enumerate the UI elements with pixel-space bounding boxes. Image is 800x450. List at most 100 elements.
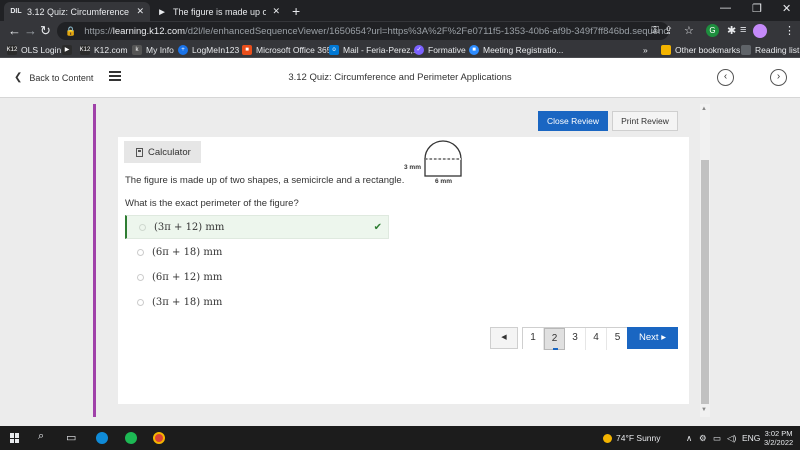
next-page-button[interactable]: Next ▸ — [627, 327, 678, 349]
bookmark-meeting[interactable]: ■ Meeting Registratio... — [469, 43, 563, 56]
bookmark-other[interactable]: Other bookmarks — [661, 43, 740, 56]
semicircle-rectangle-figure: 3 mm 6 mm — [402, 137, 472, 187]
pagination: ◀ — [490, 327, 518, 349]
reading-list-icon[interactable]: ≡ — [740, 24, 746, 36]
scrollbar[interactable]: ▲ ▼ — [700, 104, 710, 417]
forward-arrow-icon[interactable]: → — [24, 23, 37, 39]
answer-option-1[interactable]: (3π + 12) mm ✔ — [125, 215, 389, 239]
scroll-up-icon[interactable]: ▲ — [701, 106, 707, 112]
reading-list-icon — [741, 44, 751, 55]
radio-button[interactable] — [137, 273, 144, 281]
folder-icon — [661, 44, 671, 55]
bookmark-video[interactable]: ▶ — [62, 43, 76, 56]
k12-icon: K12 — [6, 44, 18, 55]
bookmark-logmein[interactable]: + LogMeIn123 — [178, 43, 239, 56]
page-favicon-icon: ▶ — [159, 8, 165, 16]
browser-tab-strip: DIL 3.12 Quiz: Circumference and Pe ✕ ▶ … — [0, 0, 800, 21]
url-text: https://learning.k12.com/d2l/le/enhanced… — [84, 25, 669, 37]
address-bar[interactable]: 🔒 https://learning.k12.com/d2l/le/enhanc… — [57, 22, 669, 40]
k12-icon: K12 — [79, 44, 91, 55]
semicircle-shape — [424, 140, 462, 160]
chrome-browser-icon[interactable] — [153, 432, 165, 444]
tab-question[interactable]: ▶ The figure is made up of two sha ✕ — [150, 2, 286, 21]
page-5-button[interactable]: 5 — [607, 328, 628, 350]
page-1-button[interactable]: 1 — [523, 328, 544, 350]
logmein-icon: + — [178, 44, 188, 55]
clock[interactable]: 3:02 PM 3/2/2022 — [764, 429, 793, 447]
radio-button[interactable] — [139, 223, 146, 231]
page-3-button[interactable]: 3 — [565, 328, 586, 350]
outlook-icon: o — [329, 44, 339, 55]
new-tab-button[interactable]: + — [292, 3, 300, 19]
settings-icon[interactable]: ⚙ — [699, 433, 707, 444]
answer-option-3[interactable]: (6π + 12) mm — [125, 265, 389, 289]
tab-title: 3.12 Quiz: Circumference and Pe — [27, 6, 130, 17]
rectangle-shape — [424, 158, 462, 177]
windows-taskbar: ⌕ ▭ 74°F Sunny ∧ ⚙ ▭ ◁) ENG 3:02 PM 3/2/… — [0, 426, 800, 450]
window-close-icon[interactable]: ✕ — [782, 2, 791, 15]
width-label: 6 mm — [435, 178, 452, 185]
profile-avatar[interactable] — [753, 24, 767, 38]
minimize-icon[interactable]: — — [720, 2, 731, 14]
bookmark-reading-list[interactable]: Reading list — [741, 43, 799, 56]
chevron-up-icon[interactable]: ∧ — [686, 433, 692, 444]
bookmark-ols-login[interactable]: K12 OLS Login — [7, 43, 61, 56]
battery-icon[interactable]: ▭ — [713, 433, 721, 444]
search-icon[interactable]: ⌕ — [38, 430, 44, 443]
restore-icon[interactable]: ❐ — [752, 2, 762, 15]
extensions-icon[interactable]: ✱ — [727, 24, 736, 37]
task-view-icon[interactable]: ▭ — [66, 431, 76, 444]
windows-start-icon[interactable] — [10, 433, 20, 443]
bookmark-my-info[interactable]: k My Info — [132, 43, 174, 56]
tab-close-icon[interactable]: ✕ — [136, 6, 144, 17]
share-icon[interactable]: ⇪ — [664, 24, 673, 37]
key-icon[interactable]: ⚿ — [651, 25, 659, 36]
bookmarks-overflow[interactable]: » — [643, 43, 648, 56]
radio-button[interactable] — [137, 248, 144, 256]
previous-page-button[interactable]: ◀ — [490, 327, 518, 349]
calculator-icon — [136, 147, 143, 157]
grammarly-extension-icon[interactable]: G — [706, 24, 719, 37]
calculator-button[interactable]: Calculator — [124, 141, 201, 163]
bookmark-office365[interactable]: ■ Microsoft Office 365 — [242, 43, 331, 56]
reload-icon[interactable]: ↻ — [40, 23, 51, 39]
weather-text[interactable]: 74°F Sunny — [616, 433, 661, 443]
page-4-button[interactable]: 4 — [586, 328, 607, 350]
answer-option-2[interactable]: (6π + 18) mm — [125, 240, 389, 264]
next-activity-button[interactable]: › — [770, 69, 787, 86]
bookmark-k12[interactable]: K12 K12.com — [80, 43, 128, 56]
print-review-button[interactable]: Print Review — [612, 111, 678, 131]
answer-text: (3π + 18) mm — [152, 296, 223, 308]
scrollbar-thumb[interactable] — [701, 160, 709, 404]
question-text: The figure is made up of two shapes, a s… — [125, 175, 405, 186]
lms-header: ❮ Back to Content 3.12 Quiz: Circumferen… — [0, 58, 800, 98]
tab-title: The figure is made up of two sha — [173, 6, 267, 17]
answer-text: (3π + 12) mm — [154, 221, 225, 233]
formative-icon: ✓ — [414, 44, 424, 55]
page-title: 3.12 Quiz: Circumference and Perimeter A… — [288, 72, 512, 83]
bookmark-mail[interactable]: o Mail - Feria-Perez,... — [329, 43, 420, 56]
radio-button[interactable] — [137, 298, 144, 306]
page-content: ❮ Back to Content 3.12 Quiz: Circumferen… — [0, 58, 800, 426]
scroll-down-icon[interactable]: ▼ — [701, 407, 707, 413]
edge-browser-icon[interactable] — [96, 432, 108, 444]
previous-activity-button[interactable]: ‹ — [717, 69, 734, 86]
menu-dots-icon[interactable]: ⋮ — [784, 24, 795, 37]
page-2-button[interactable]: 2 — [544, 328, 565, 350]
close-review-button[interactable]: Close Review — [538, 111, 608, 131]
video-icon: ▶ — [62, 44, 72, 55]
answer-text: (6π + 18) mm — [152, 246, 223, 258]
answer-option-4[interactable]: (3π + 18) mm — [125, 290, 389, 314]
back-arrow-icon[interactable]: ← — [8, 23, 21, 39]
bookmark-formative[interactable]: ✓ Formative — [414, 43, 466, 56]
tab-close-icon[interactable]: ✕ — [272, 6, 280, 17]
volume-icon[interactable]: ◁) — [727, 433, 736, 444]
myinfo-icon: k — [132, 44, 142, 55]
bookmark-star-icon[interactable]: ☆ — [684, 24, 694, 37]
zoom-icon: ■ — [469, 44, 479, 55]
language-indicator[interactable]: ENG — [742, 433, 760, 443]
spotify-icon[interactable] — [125, 432, 137, 444]
height-label: 3 mm — [404, 164, 421, 171]
answer-text: (6π + 12) mm — [152, 271, 223, 283]
tab-quiz[interactable]: DIL 3.12 Quiz: Circumference and Pe ✕ — [4, 2, 150, 21]
